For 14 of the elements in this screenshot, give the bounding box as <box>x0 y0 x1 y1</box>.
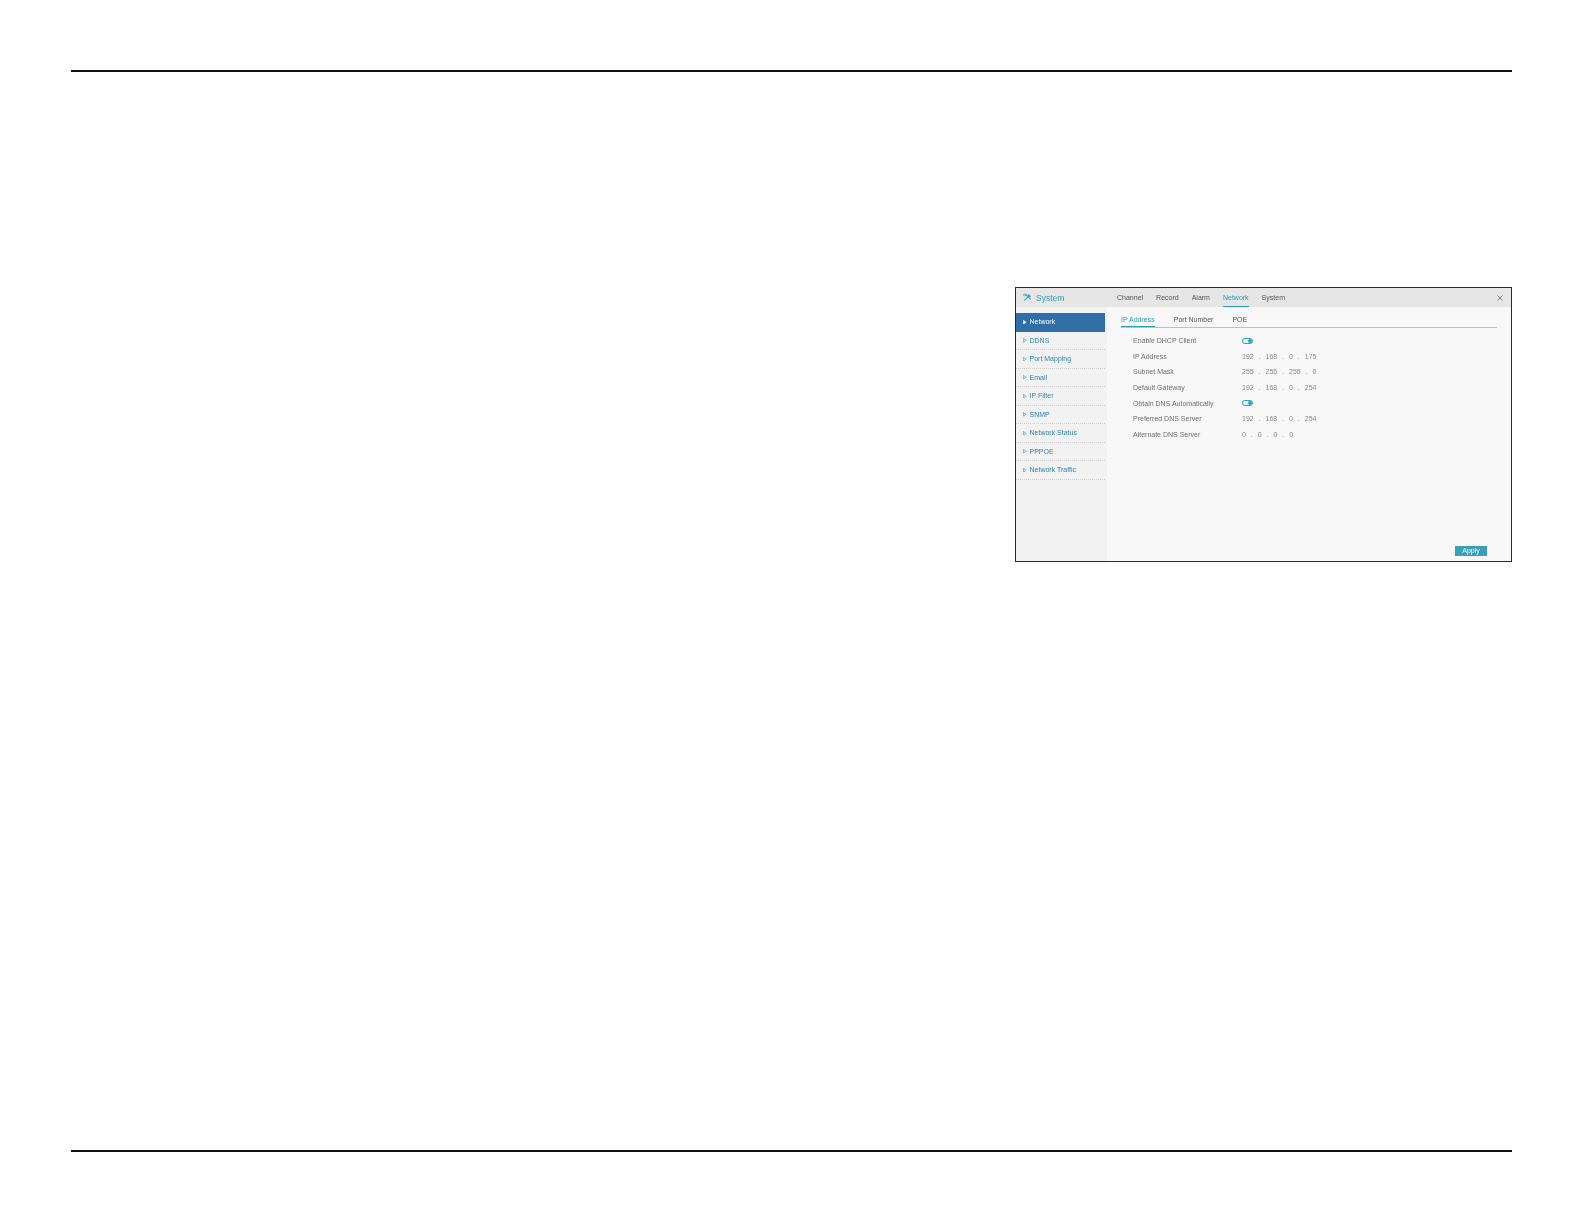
caret-icon <box>1023 319 1027 324</box>
window-title: System <box>1036 292 1065 303</box>
caret-icon <box>1023 356 1027 361</box>
caret-icon <box>1023 338 1027 343</box>
caret-icon <box>1023 393 1027 398</box>
caret-icon <box>1023 375 1027 380</box>
tools-icon <box>1023 293 1032 302</box>
toggle-switch[interactable] <box>1242 400 1253 407</box>
toggle-switch[interactable] <box>1242 337 1253 344</box>
caret-icon <box>1023 430 1027 435</box>
caret-icon <box>1023 412 1027 417</box>
close-icon[interactable] <box>1497 294 1503 301</box>
caret-icon <box>1023 449 1027 454</box>
caret-icon <box>1023 467 1027 472</box>
